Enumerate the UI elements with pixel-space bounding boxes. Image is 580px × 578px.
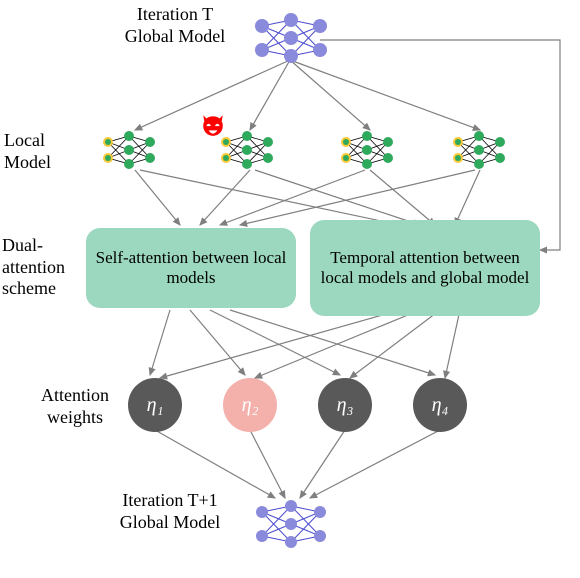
malicious-icon bbox=[200, 112, 226, 145]
weight-eta3: η₃ bbox=[318, 378, 372, 432]
local-model-4-icon bbox=[450, 130, 508, 170]
iter-t1-line2: Global Model bbox=[120, 512, 221, 532]
weight-eta4-text: η₄ bbox=[432, 394, 449, 417]
temporal-attention-box: Temporal attention between local models … bbox=[310, 220, 540, 316]
dual-attention-label: Dual- attention scheme bbox=[2, 235, 80, 300]
attention-weights-label: Attention weights bbox=[30, 385, 120, 428]
weight-eta2: η₂ bbox=[223, 378, 277, 432]
weight-eta1-text: η₁ bbox=[147, 394, 164, 417]
iter-t-line1: Iteration T bbox=[137, 4, 213, 24]
self-attention-text: Self-attention between local models bbox=[94, 248, 288, 289]
weight-eta1: η₁ bbox=[128, 378, 182, 432]
global-model-bottom-icon bbox=[252, 498, 330, 550]
iter-t-label: Iteration T Global Model bbox=[110, 4, 240, 47]
weight-eta3-text: η₃ bbox=[337, 394, 354, 417]
local-model-2-icon bbox=[218, 130, 276, 170]
local-model-1-icon bbox=[100, 130, 158, 170]
self-attention-box: Self-attention between local models bbox=[86, 228, 296, 308]
iter-t1-label: Iteration T+1 Global Model bbox=[105, 490, 235, 533]
temporal-attention-text: Temporal attention between local models … bbox=[318, 248, 532, 289]
iter-t1-line1: Iteration T+1 bbox=[122, 490, 217, 510]
weight-eta4: η₄ bbox=[413, 378, 467, 432]
global-model-top-icon bbox=[252, 12, 330, 64]
weight-eta2-text: η₂ bbox=[242, 394, 259, 417]
local-model-label: Local Model bbox=[4, 130, 74, 173]
diagram-canvas: Iteration T Global Model Local Model bbox=[0, 0, 580, 578]
iter-t-line2: Global Model bbox=[125, 26, 226, 46]
local-model-3-icon bbox=[338, 130, 396, 170]
